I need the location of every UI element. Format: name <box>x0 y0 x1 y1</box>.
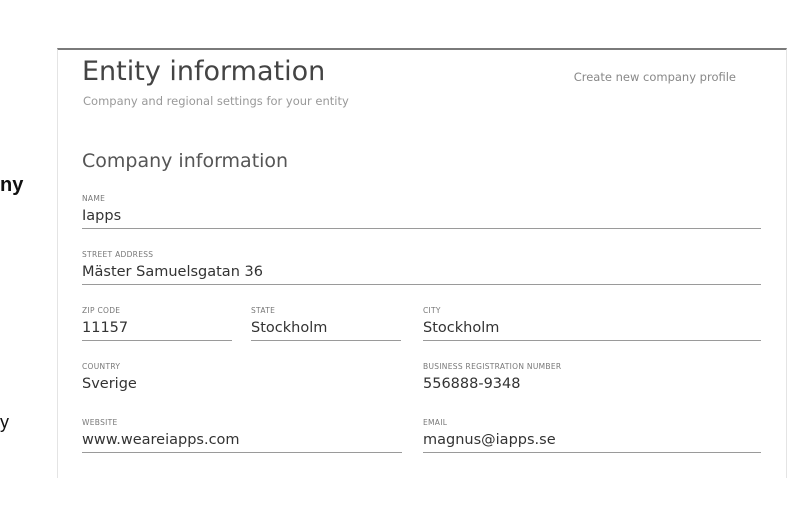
section-title-company: Company information <box>82 150 289 172</box>
business-registration-number-input[interactable]: 556888-9348 <box>423 372 761 396</box>
state-field: STATE Stockholm <box>251 306 401 341</box>
entity-information-panel: Entity information Company and regional … <box>57 48 787 478</box>
street-address-field: STREET ADDRESS Mäster Samuelsgatan 36 <box>82 250 761 285</box>
state-label: STATE <box>251 306 276 315</box>
city-label: CITY <box>423 306 441 315</box>
street-address-input[interactable]: Mäster Samuelsgatan 36 <box>82 260 761 285</box>
state-input[interactable]: Stockholm <box>251 316 401 341</box>
zip-code-input[interactable]: 11157 <box>82 316 232 341</box>
name-field: NAME Iapps <box>82 194 761 229</box>
name-label: NAME <box>82 194 106 203</box>
email-label: EMAIL <box>423 418 448 427</box>
create-company-profile-link[interactable]: Create new company profile <box>574 70 736 84</box>
country-select[interactable]: Sverige <box>82 372 402 396</box>
zip-code-field: ZIP CODE 11157 <box>82 306 232 341</box>
country-field: COUNTRY Sverige <box>82 362 402 396</box>
website-field: WEBSITE www.weareiapps.com <box>82 418 402 453</box>
city-input[interactable]: Stockholm <box>423 316 761 341</box>
business-registration-number-field: BUSINESS REGISTRATION NUMBER 556888-9348 <box>423 362 761 396</box>
email-field: EMAIL magnus@iapps.se <box>423 418 761 453</box>
business-registration-number-label: BUSINESS REGISTRATION NUMBER <box>423 362 562 371</box>
city-field: CITY Stockholm <box>423 306 761 341</box>
street-address-label: STREET ADDRESS <box>82 250 154 259</box>
name-input[interactable]: Iapps <box>82 204 761 229</box>
zip-code-label: ZIP CODE <box>82 306 121 315</box>
truncated-side-text-lower: y <box>0 412 9 432</box>
page-title: Entity information <box>82 56 326 87</box>
email-input[interactable]: magnus@iapps.se <box>423 428 761 453</box>
website-label: WEBSITE <box>82 418 118 427</box>
country-label: COUNTRY <box>82 362 121 371</box>
page-subtitle: Company and regional settings for your e… <box>83 94 349 108</box>
website-input[interactable]: www.weareiapps.com <box>82 428 402 453</box>
truncated-side-text: ny <box>0 174 24 196</box>
